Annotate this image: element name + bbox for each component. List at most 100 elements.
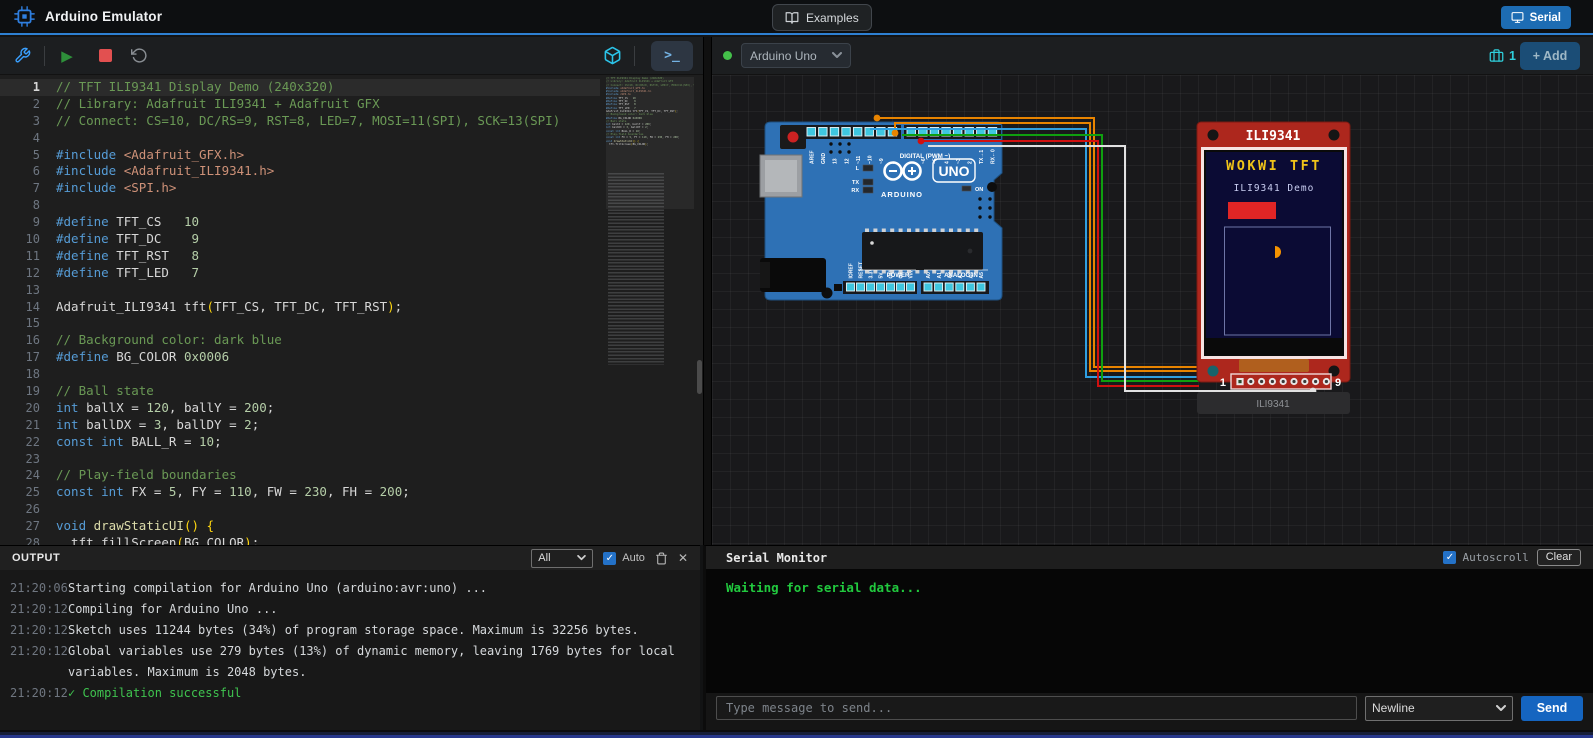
pin[interactable] (966, 283, 974, 291)
monitor-icon (1511, 11, 1524, 24)
editor-scrollbar[interactable] (695, 75, 703, 545)
wire-endpoint (918, 138, 925, 145)
output-title: OUTPUT (12, 552, 60, 564)
on-label: ON (975, 187, 983, 193)
arduino-uno-board[interactable]: AREFGND1312~11~10~987~6~54~32TX→1RX←0IOR… (760, 122, 1002, 300)
diagram-canvas[interactable]: AREFGND1312~11~10~987~6~54~32TX→1RX←0IOR… (712, 75, 1593, 545)
screen-active-area (1206, 152, 1342, 338)
app-title: Arduino Emulator (45, 9, 162, 24)
pin[interactable] (842, 128, 851, 137)
pin[interactable] (907, 283, 915, 291)
parts-count: 1 (1509, 49, 1516, 63)
pin[interactable] (807, 128, 816, 137)
power-label: POWER (887, 273, 910, 279)
chip-logo-icon (14, 6, 35, 27)
close-output-button[interactable]: ✕ (678, 551, 688, 565)
code-line: 8 (0, 197, 600, 214)
clear-output-button[interactable] (655, 552, 668, 565)
line-ending-select[interactable]: Newline (1365, 696, 1513, 721)
code-line: 11#define TFT_RST 8 (0, 248, 600, 265)
toolbar-divider (44, 46, 45, 66)
add-part-button[interactable]: + Add (1520, 42, 1580, 70)
log-line: 21:20:12✓ Compilation successful (10, 683, 690, 704)
output-filter-select[interactable]: All (531, 549, 593, 568)
code-line: 23 (0, 451, 600, 468)
chevron-down-icon (577, 555, 586, 561)
pin[interactable] (819, 128, 828, 137)
verify-button[interactable] (8, 42, 36, 70)
pin[interactable] (977, 283, 985, 291)
pin-label: ~10 (867, 155, 873, 164)
pin[interactable] (935, 283, 943, 291)
pin[interactable] (897, 283, 905, 291)
stop-icon (99, 49, 112, 62)
serial-header: Serial Monitor ✓ Autoscroll Clear (706, 546, 1593, 569)
run-button[interactable]: ▶ (53, 42, 81, 70)
part-tooltip-label: ILI9341 (1256, 399, 1290, 410)
code-editor[interactable]: 1// TFT ILI9341 Display Demo (240x320)2/… (0, 75, 703, 545)
minimap[interactable]: // TFT ILI9341 Display Demo (240x320)// … (606, 77, 694, 543)
minimap-viewport (606, 77, 694, 209)
log-line: 21:20:12Global variables use 279 bytes (… (10, 641, 690, 683)
scrollbar-thumb[interactable] (697, 360, 702, 394)
code-lines: 1// TFT ILI9341 Display Demo (240x320)2/… (0, 79, 600, 545)
code-line: 10#define TFT_DC 9 (0, 231, 600, 248)
log-line: 21:20:12Sketch uses 11244 bytes (34%) of… (10, 620, 690, 641)
pin[interactable] (945, 283, 953, 291)
code-line: 20int ballX = 120, ballY = 200; (0, 400, 600, 417)
serial-toggle-button[interactable]: Serial (1501, 6, 1571, 29)
led-rx-label: RX (851, 188, 859, 194)
pin9-label: 9 (1335, 377, 1341, 389)
code-line: 7#include <SPI.h> (0, 180, 600, 197)
code-line: 9#define TFT_CS 10 (0, 214, 600, 231)
code-line: 21int ballDX = 3, ballDY = 2; (0, 417, 600, 434)
serial-input-row: Newline Send (706, 693, 1593, 723)
pin[interactable] (853, 128, 862, 137)
output-log: 21:20:06Starting compilation for Arduino… (0, 570, 700, 704)
cube-icon (603, 46, 622, 65)
send-button[interactable]: Send (1521, 696, 1583, 721)
terminal-toggle-button[interactable]: >_ (651, 41, 693, 71)
pin[interactable] (867, 283, 875, 291)
code-line: 3// Connect: CS=10, DC/RS=9, RST=8, LED=… (0, 113, 600, 130)
examples-button[interactable]: Examples (772, 4, 872, 31)
output-filter-value: All (538, 552, 550, 564)
pane-divider[interactable] (703, 37, 712, 545)
stop-button[interactable] (91, 42, 119, 70)
code-line: 4 (0, 130, 600, 147)
line-ending-value: Newline (1372, 701, 1415, 715)
autoscroll-checkbox[interactable]: ✓ (1443, 551, 1456, 564)
led-rx (863, 187, 873, 193)
device-select-value: Arduino Uno (750, 49, 817, 63)
pin[interactable] (847, 283, 855, 291)
pin-label: TX→1 (979, 150, 985, 164)
auto-checkbox[interactable]: ✓ (603, 552, 616, 565)
device-select[interactable]: Arduino Uno (741, 43, 851, 68)
code-line: 28 tft.fillScreen(BG_COLOR); (0, 535, 600, 545)
brand-label: ARDUINO (881, 190, 923, 199)
pin[interactable] (857, 283, 865, 291)
restart-button[interactable] (125, 42, 153, 70)
diagram-toolbar: Arduino Uno 1 + Add (712, 37, 1593, 75)
trash-icon (655, 552, 668, 565)
model-label: UNO (938, 163, 969, 179)
led-tx-label: TX (852, 180, 859, 186)
examples-label: Examples (806, 11, 859, 25)
pin-label: AREF (809, 150, 815, 164)
pin[interactable] (887, 283, 895, 291)
toolbar-divider (634, 46, 635, 66)
screen-subtitle-text: ILI9341 Demo (1234, 183, 1315, 194)
diagram-view-button[interactable] (598, 42, 626, 70)
pin[interactable] (877, 283, 885, 291)
pin[interactable] (924, 283, 932, 291)
pin-label: 12 (844, 158, 850, 164)
ili9341-display[interactable]: ILI9341 WOKWI TFT ILI9341 Demo 1 9 (1197, 122, 1350, 389)
serial-message-input[interactable] (716, 696, 1357, 720)
pin[interactable] (956, 283, 964, 291)
bottom-accent-bar (0, 730, 1593, 738)
auto-label: Auto (622, 552, 645, 564)
pin[interactable] (830, 128, 839, 137)
clear-serial-button[interactable]: Clear (1537, 549, 1581, 566)
part-tooltip: ILI9341 (1197, 392, 1350, 414)
parts-briefcase-icon[interactable] (1489, 48, 1504, 63)
